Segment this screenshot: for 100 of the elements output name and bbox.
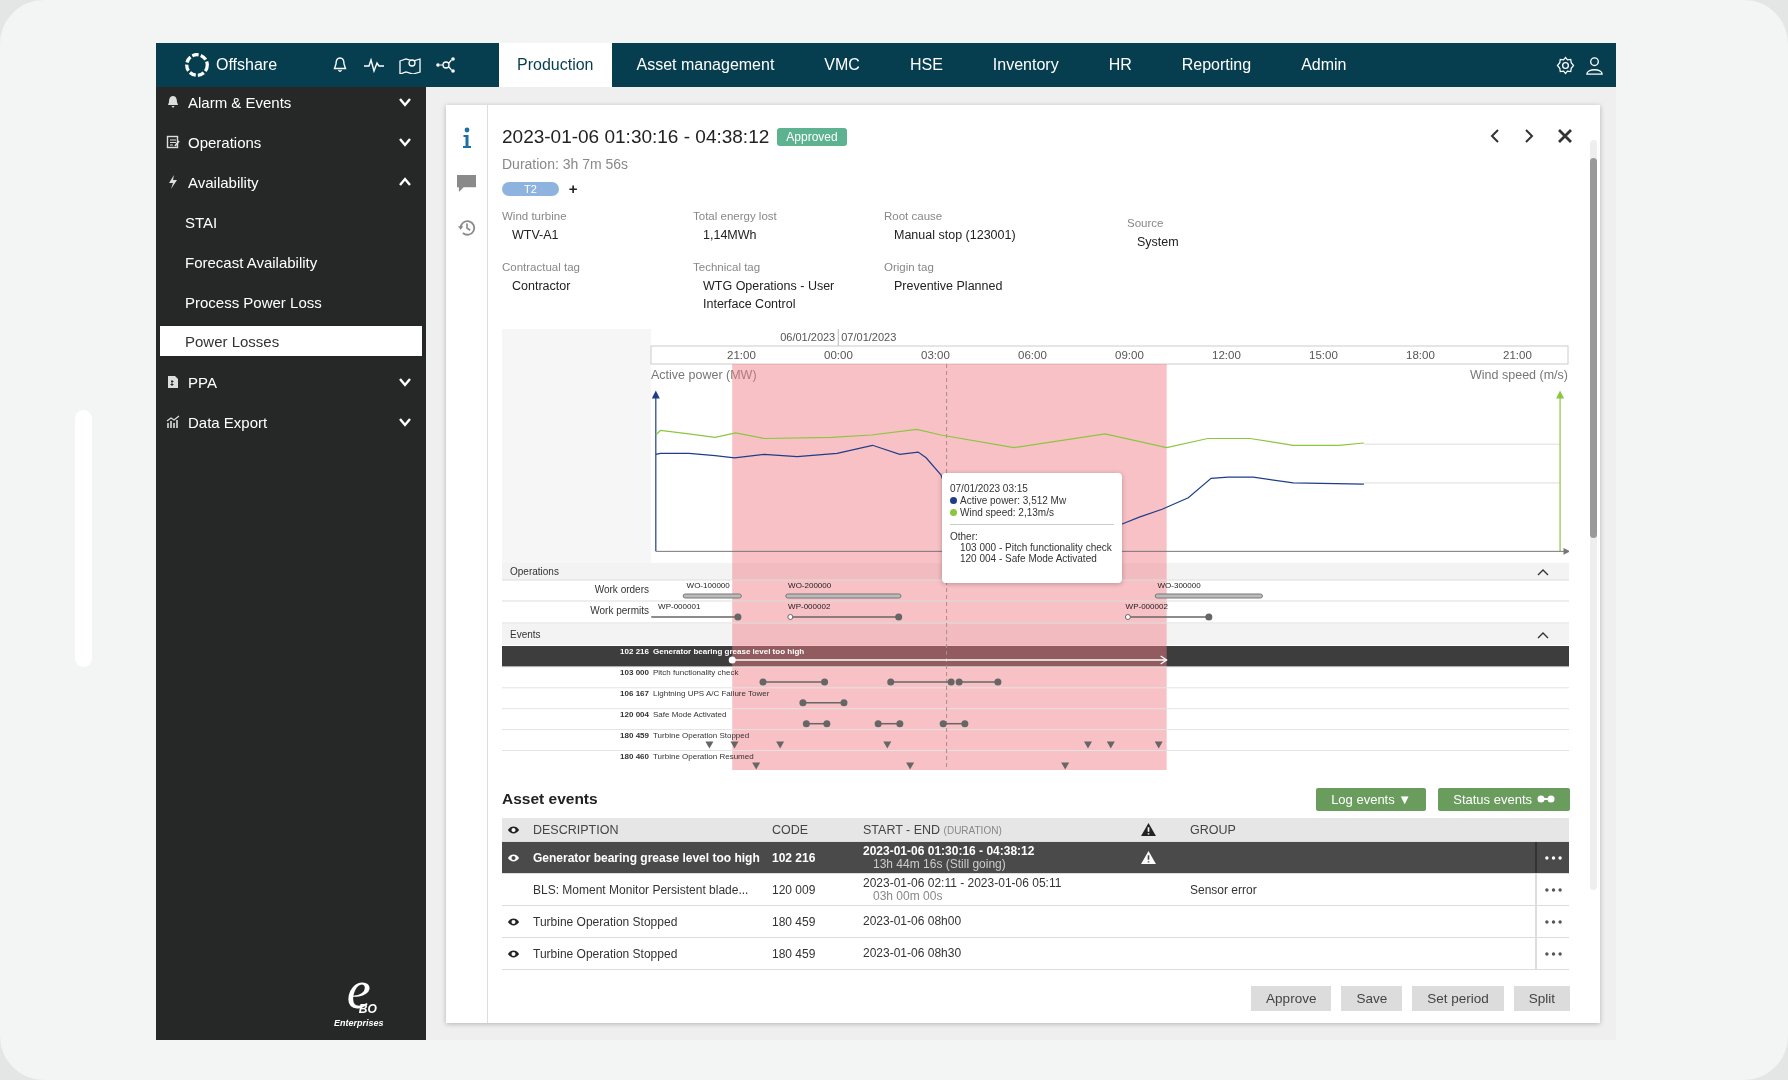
action-button[interactable]: Split — [1513, 986, 1570, 1011]
event-span[interactable] — [759, 678, 829, 686]
event-marker[interactable] — [705, 741, 714, 749]
action-button[interactable]: Save — [1341, 986, 1403, 1011]
nav-tab[interactable]: Asset management — [611, 43, 800, 87]
axis-title: Wind speed (m/s) — [1470, 368, 1568, 382]
collapse-icon[interactable] — [1537, 569, 1549, 576]
eye-icon[interactable] — [507, 852, 520, 863]
sidebar-subitem[interactable]: Power Losses — [160, 326, 422, 356]
toggle-icon — [1537, 794, 1555, 804]
table-cell-text: Turbine Operation Stopped — [532, 946, 679, 961]
status-badge: Approved — [777, 128, 847, 146]
event-span[interactable] — [799, 699, 848, 707]
event-marker[interactable] — [1154, 741, 1163, 749]
time-tick: 18:00 — [1406, 349, 1435, 361]
event-marker[interactable] — [1106, 741, 1115, 749]
sidebar-item[interactable]: Alarm & Events — [156, 82, 426, 122]
event-span[interactable] — [939, 720, 969, 728]
field-value: WTV-A1 — [511, 227, 560, 244]
work-order-label: WO-200000 — [788, 581, 832, 590]
date-label: 06/01/2023 — [780, 331, 836, 343]
table-row[interactable]: Turbine Operation Stopped 180 459 2023-01-06 08h00 — [502, 906, 1569, 938]
user-icon[interactable] — [1585, 55, 1604, 75]
column-header[interactable]: CODE — [766, 822, 857, 837]
event-span[interactable] — [802, 720, 831, 728]
event-code: 180 460 — [620, 751, 649, 761]
nav-tab[interactable]: Inventory — [967, 43, 1084, 87]
event-marker[interactable] — [883, 741, 892, 749]
work-permit-span[interactable] — [650, 613, 742, 621]
scrollbar[interactable] — [1590, 140, 1597, 890]
column-header[interactable]: GROUP — [1184, 822, 1535, 837]
event-span[interactable] — [887, 678, 955, 686]
event-marker[interactable] — [730, 741, 739, 749]
bolt-icon — [166, 175, 180, 189]
network-icon[interactable] — [435, 56, 458, 74]
more-icon — [1544, 887, 1562, 892]
sidebar-item[interactable]: Availability — [156, 162, 426, 202]
event-marker[interactable] — [1061, 762, 1070, 770]
event-name: Turbine Operation Stopped — [653, 730, 750, 740]
eye-icon[interactable] — [507, 948, 520, 959]
event-code: 180 459 — [620, 730, 649, 740]
sidebar-item[interactable]: Operations — [156, 122, 426, 162]
action-button[interactable]: Approve — [1251, 986, 1332, 1011]
table-row[interactable]: Generator bearing grease level too high 102 216 2023-01-06 01:30:16 - 04:38:12 13h 44m 16s (Still going) — [502, 842, 1569, 874]
event-code: 103 000 — [620, 667, 649, 677]
event-span[interactable] — [955, 678, 1002, 686]
nav-tab[interactable]: Reporting — [1156, 43, 1277, 87]
warning-icon — [1141, 823, 1156, 836]
tooltip-time: 07/01/2023 03:15 — [950, 483, 1029, 494]
nav-tab[interactable]: Production — [499, 43, 612, 87]
work-permit-label: WP-000001 — [658, 602, 701, 611]
bell-icon — [166, 95, 180, 109]
tooltip-event: 120 004 - Safe Mode Activated — [959, 553, 1098, 564]
time-tick: 03:00 — [921, 349, 950, 361]
table-row[interactable]: BLS: Moment Monitor Persistent blade... 120 009 2023-01-06 02:11 - 2023-01-06 05:11 03h 00m 00s Sensor error — [502, 874, 1569, 906]
axis-title: Active power (MW) — [651, 368, 757, 382]
sidebar-item[interactable]: Data Export — [156, 402, 426, 442]
field-value: WTG Operations - User Interface Control — [702, 278, 836, 313]
field-label: Origin tag — [884, 261, 935, 273]
add-tag-button[interactable]: + — [568, 180, 578, 197]
table-cell-text: Sensor error — [1189, 882, 1258, 897]
eye-icon[interactable] — [507, 824, 520, 835]
warning-icon — [1141, 851, 1156, 864]
event-marker[interactable] — [776, 741, 785, 749]
sidebar-subitem[interactable]: Process Power Loss — [156, 282, 426, 322]
event-span[interactable] — [874, 720, 904, 728]
date-label: 07/01/2023 — [841, 331, 897, 343]
duration-text: Duration: 3h 7m 56s — [502, 156, 630, 172]
map-pin-icon[interactable] — [399, 56, 422, 74]
work-permit-span[interactable] — [1124, 613, 1213, 621]
info-icon — [461, 127, 472, 149]
settings-icon[interactable] — [1556, 55, 1575, 75]
work-order-bar[interactable] — [682, 593, 742, 599]
action-button[interactable]: Set period — [1412, 986, 1504, 1011]
event-marker[interactable] — [752, 762, 761, 770]
nav-tab[interactable]: Admin — [1276, 43, 1372, 87]
nav-tab[interactable]: VMC — [799, 43, 885, 87]
nav-tab[interactable]: HR — [1083, 43, 1157, 87]
collapse-icon[interactable] — [1537, 632, 1549, 639]
tooltip-value: Wind speed: 2,13m/s — [960, 507, 1054, 518]
nav-tab[interactable]: HSE — [884, 43, 968, 87]
time-tick: 15:00 — [1309, 349, 1338, 361]
table-row[interactable]: Turbine Operation Stopped 180 459 2023-01-06 08h30 — [502, 938, 1569, 970]
event-code: 102 216 — [620, 647, 649, 656]
sidebar-subitem[interactable]: Forecast Availability — [156, 242, 426, 282]
time-tick: 21:00 — [1503, 349, 1532, 361]
time-tick: 12:00 — [1212, 349, 1241, 361]
time-tick: 09:00 — [1115, 349, 1144, 361]
work-permit-span[interactable] — [787, 613, 903, 621]
event-marker[interactable] — [906, 762, 915, 770]
column-header[interactable]: DESCRIPTION — [527, 822, 766, 837]
section-title: Asset events — [502, 790, 598, 808]
pulse-icon[interactable] — [363, 57, 386, 73]
sidebar-item[interactable]: PPA — [156, 362, 426, 402]
column-header[interactable]: START - END (DURATION) — [857, 822, 1127, 837]
eye-icon[interactable] — [507, 916, 520, 927]
event-marker[interactable] — [1084, 741, 1092, 749]
sidebar-subitem[interactable]: STAI — [156, 202, 426, 242]
more-icon — [1544, 951, 1562, 956]
event-span-arrow[interactable] — [728, 655, 1168, 665]
